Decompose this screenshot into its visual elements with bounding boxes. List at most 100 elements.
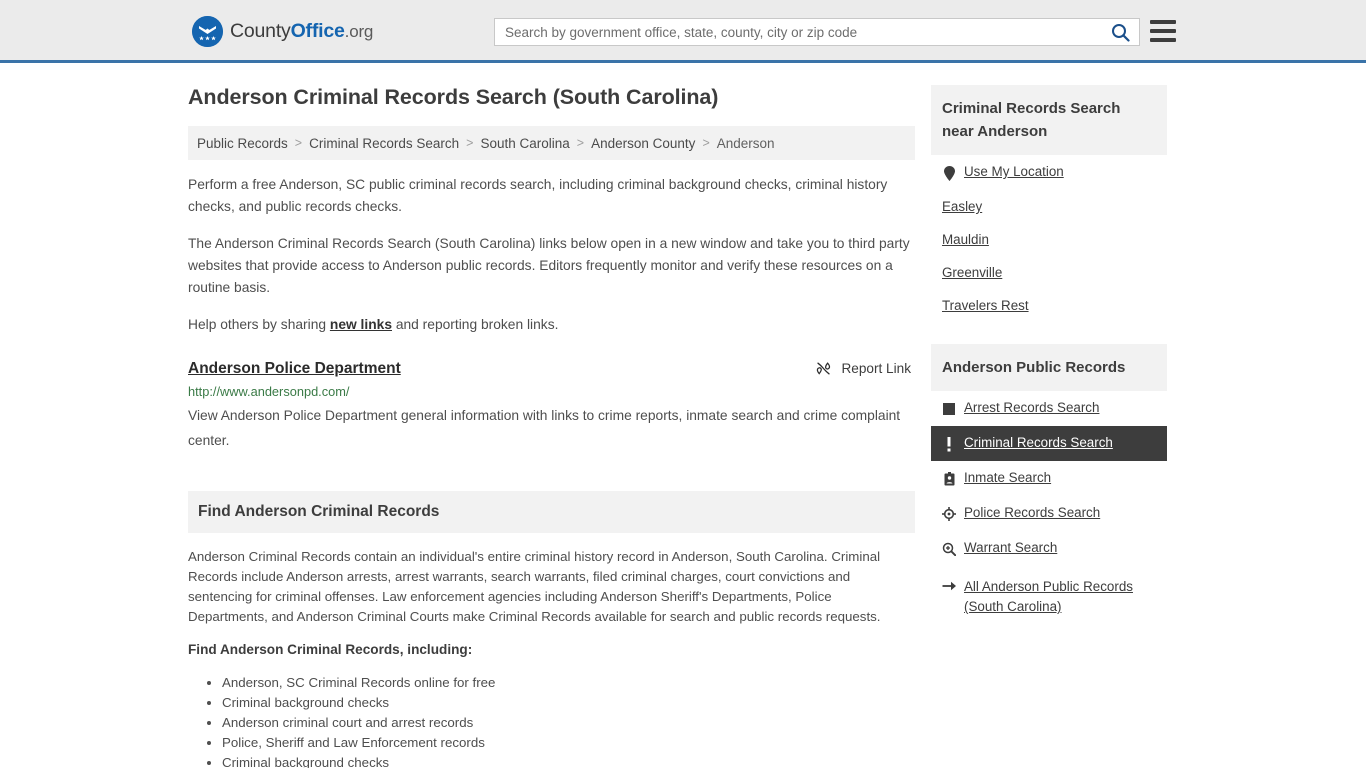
report-link-label: Report Link [841,361,911,376]
find-records-heading: Find Anderson Criminal Records [198,503,440,520]
sidebar-public-record-label[interactable]: Police Records Search [964,505,1100,520]
page-title: Anderson Criminal Records Search (South … [188,85,719,109]
sidebar-item-all-anderson-public-records[interactable]: All Anderson Public Records (South Carol… [931,566,1167,626]
page-body: Anderson Criminal Records Search (South … [0,63,1366,768]
sidebar-item-arrest-records-search[interactable]: Arrest Records Search [931,391,1167,426]
search-bar [494,18,1140,46]
list-item: Anderson, SC Criminal Records online for… [222,673,915,693]
result-url: http://www.andersonpd.com/ [188,384,350,399]
list-item: Inmate Search [931,461,1167,496]
sidebar-item-mauldin[interactable]: Mauldin [931,223,1167,256]
sidebar-item-greenville[interactable]: Greenville [931,256,1167,289]
find-records-section-body: Anderson Criminal Records contain an ind… [188,533,915,768]
find-records-paragraph: Anderson Criminal Records contain an ind… [188,549,881,624]
find-records-section-header: Find Anderson Criminal Records [188,491,915,533]
sidebar-near-link-label[interactable]: Greenville [942,265,1002,280]
sidebar-near-link-label[interactable]: Use My Location [964,164,1064,179]
new-links-link[interactable]: new links [330,317,392,332]
arrow-right-icon [942,578,956,594]
list-item: Travelers Rest [931,289,1167,322]
sidebar-public-record-label[interactable]: Warrant Search [964,540,1057,555]
broken-link-icon [817,362,831,375]
brand-part-tld: .org [344,22,374,41]
sidebar-near-link-label[interactable]: Mauldin [942,232,989,247]
breadcrumb-item-criminal-records-search[interactable]: Criminal Records Search [309,136,459,151]
sidebar-near-section-header: Criminal Records Search near Anderson [931,85,1167,155]
list-item: Mauldin [931,223,1167,256]
site-logo[interactable]: CountyOffice.org [192,16,373,47]
breadcrumb-separator: > [466,136,474,150]
share-text-after: and reporting broken links. [392,317,559,332]
sidebar-public-record-label[interactable]: Inmate Search [964,470,1051,485]
search-icon [1111,23,1130,42]
site-logo-text: CountyOffice.org [230,20,373,43]
brand-part-office: Office [290,20,345,42]
result-header-row: Anderson Police Department Report Link [188,360,915,378]
brand-part-county: County [230,20,291,42]
list-item: Use My Location [931,155,1167,190]
crosshair-target-icon [942,506,956,522]
breadcrumb-separator: > [702,136,710,150]
list-item: Criminal background checks [222,753,915,768]
eagle-crest-icon [192,16,223,47]
content-container: Anderson Criminal Records Search (South … [188,85,1178,768]
breadcrumb: Public Records > Criminal Records Search… [188,126,915,160]
magnifier-plus-icon [942,541,956,557]
sidebar-item-police-records-search[interactable]: Police Records Search [931,496,1167,531]
breadcrumb-separator: > [576,136,585,150]
sidebar-item-warrant-search[interactable]: Warrant Search [931,531,1167,566]
share-text-before: Help others by sharing [188,317,330,332]
sidebar-near-heading: Criminal Records Search near Anderson [942,100,1121,140]
result-listing: Anderson Police Department Report Link h… [188,360,915,453]
intro-paragraph-1: Perform a free Anderson, SC public crimi… [188,177,888,214]
search-input[interactable] [495,19,1101,45]
intro-paragraph-2: The Anderson Criminal Records Search (So… [188,236,910,295]
find-records-bullet-list: Anderson, SC Criminal Records online for… [188,673,915,768]
map-pin-icon [942,165,956,181]
list-item: Arrest Records Search [931,391,1167,426]
hamburger-menu-icon[interactable] [1150,20,1176,42]
sidebar-public-records-heading: Anderson Public Records [942,359,1126,376]
list-item: Criminal background checks [222,693,915,713]
sidebar: Criminal Records Search near Anderson Us… [931,85,1167,768]
id-badge-icon [942,471,956,487]
breadcrumb-item-public-records[interactable]: Public Records [197,136,288,151]
sidebar-public-records-section-header: Anderson Public Records [931,344,1167,391]
sidebar-item-easley[interactable]: Easley [931,190,1167,223]
sidebar-public-record-label[interactable]: Criminal Records Search [964,435,1113,450]
list-item: Police Records Search [931,496,1167,531]
breadcrumb-separator: > [294,136,303,150]
find-records-subheading: Find Anderson Criminal Records, includin… [188,642,473,657]
search-button[interactable] [1101,19,1139,45]
list-item: Anderson criminal court and arrest recor… [222,713,915,733]
sidebar-item-travelers-rest[interactable]: Travelers Rest [931,289,1167,322]
result-description: View Anderson Police Department general … [188,408,901,448]
list-item: All Anderson Public Records (South Carol… [931,566,1167,626]
list-item: Greenville [931,256,1167,289]
main-column: Anderson Criminal Records Search (South … [188,85,915,768]
sidebar-public-records-list: Arrest Records Search Criminal Records S… [931,391,1167,626]
sidebar-item-inmate-search[interactable]: Inmate Search [931,461,1167,496]
breadcrumb-item-anderson-county[interactable]: Anderson County [591,136,695,151]
sidebar-item-use-my-location[interactable]: Use My Location [931,155,1167,190]
report-link-button[interactable]: Report Link [815,360,915,377]
sidebar-near-link-label[interactable]: Travelers Rest [942,298,1029,313]
sidebar-public-record-label[interactable]: All Anderson Public Records (South Carol… [964,577,1156,617]
result-title-link[interactable]: Anderson Police Department [188,360,401,378]
intro-paragraph-3: Help others by sharing new links and rep… [188,314,915,336]
sidebar-near-link-label[interactable]: Easley [942,199,982,214]
sidebar-near-list: Use My Location Easley Mauldin Greenvill… [931,155,1167,322]
hamburger-bar [1150,38,1176,42]
exclamation-mark-icon [942,436,956,452]
breadcrumb-item-south-carolina[interactable]: South Carolina [480,136,569,151]
hamburger-bar [1150,29,1176,33]
filled-square-icon [942,401,956,417]
list-item: Police, Sheriff and Law Enforcement reco… [222,733,915,753]
sidebar-item-criminal-records-search[interactable]: Criminal Records Search [931,426,1167,461]
list-item: Easley [931,190,1167,223]
site-header: CountyOffice.org [0,0,1366,63]
sidebar-public-record-label[interactable]: Arrest Records Search [964,400,1099,415]
list-item: Warrant Search [931,531,1167,566]
hamburger-bar [1150,20,1176,24]
list-item: Criminal Records Search [931,426,1167,461]
